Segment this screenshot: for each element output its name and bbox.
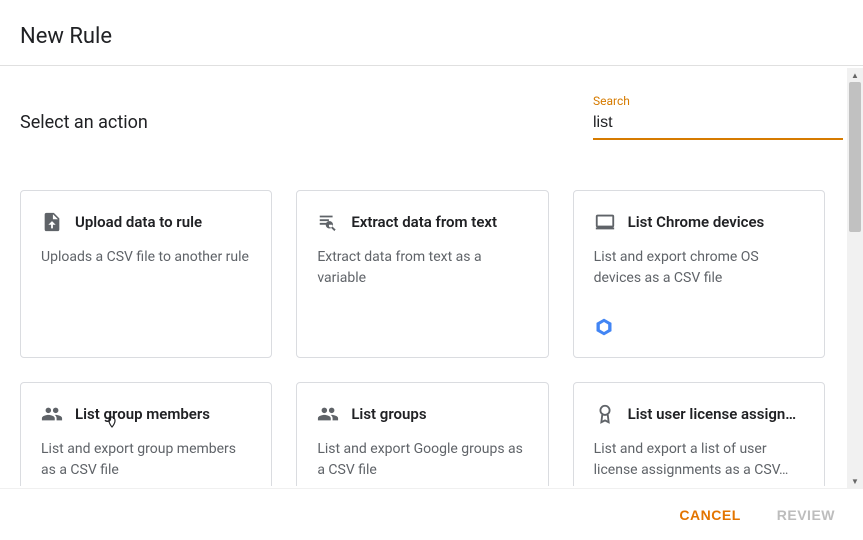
review-button[interactable]: REVIEW xyxy=(773,499,839,531)
cancel-button[interactable]: CANCEL xyxy=(675,499,744,531)
content-scroll: Select an action Search Upload data to r… xyxy=(0,66,863,486)
search-label: Search xyxy=(593,94,843,108)
top-row: Select an action Search xyxy=(20,94,843,140)
card-license-assignments[interactable]: List user license assign… List and expor… xyxy=(573,382,825,486)
group-icon xyxy=(41,403,63,425)
group-icon xyxy=(317,403,339,425)
page-title: New Rule xyxy=(20,24,843,49)
content: Select an action Search Upload data to r… xyxy=(0,66,863,486)
card-desc: List and export a list of user license a… xyxy=(594,439,804,481)
card-title: List group members xyxy=(75,405,210,423)
card-list-groups[interactable]: List groups List and export Google group… xyxy=(296,382,548,486)
card-header: List groups xyxy=(317,403,527,425)
card-desc: Extract data from text as a variable xyxy=(317,247,527,289)
card-header: Extract data from text xyxy=(317,211,527,233)
section-title: Select an action xyxy=(20,94,148,133)
laptop-icon xyxy=(594,211,616,233)
file-upload-icon xyxy=(41,211,63,233)
scroll-up-icon[interactable]: ▲ xyxy=(847,68,863,82)
product-badge xyxy=(594,317,614,341)
card-desc: List and export Google groups as a CSV f… xyxy=(317,439,527,481)
card-header: List Chrome devices xyxy=(594,211,804,233)
card-desc: List and export group members as a CSV f… xyxy=(41,439,251,481)
card-desc: List and export chrome OS devices as a C… xyxy=(594,247,804,289)
badge-icon xyxy=(594,403,616,425)
card-group-members[interactable]: List group members List and export group… xyxy=(20,382,272,486)
card-desc: Uploads a CSV file to another rule xyxy=(41,247,251,268)
card-title: List groups xyxy=(351,405,426,423)
header: New Rule xyxy=(0,0,863,66)
scroll-down-icon[interactable]: ▼ xyxy=(847,474,863,488)
search-container: Search xyxy=(593,94,843,140)
card-upload-data[interactable]: Upload data to rule Uploads a CSV file t… xyxy=(20,190,272,358)
scrollbar-thumb[interactable] xyxy=(849,82,861,232)
card-title: Upload data to rule xyxy=(75,213,202,231)
card-title: List user license assign… xyxy=(628,405,797,423)
card-extract-text[interactable]: Extract data from text Extract data from… xyxy=(296,190,548,358)
card-title: List Chrome devices xyxy=(628,213,765,231)
card-header: List group members xyxy=(41,403,251,425)
scrollbar[interactable]: ▲ ▼ xyxy=(847,68,863,488)
card-title: Extract data from text xyxy=(351,213,497,231)
card-header: List user license assign… xyxy=(594,403,804,425)
cards-grid: Upload data to rule Uploads a CSV file t… xyxy=(20,190,843,486)
extract-text-icon xyxy=(317,211,339,233)
card-header: Upload data to rule xyxy=(41,211,251,233)
card-chrome-devices[interactable]: List Chrome devices List and export chro… xyxy=(573,190,825,358)
search-input[interactable] xyxy=(593,110,843,140)
footer: CANCEL REVIEW xyxy=(0,488,863,540)
